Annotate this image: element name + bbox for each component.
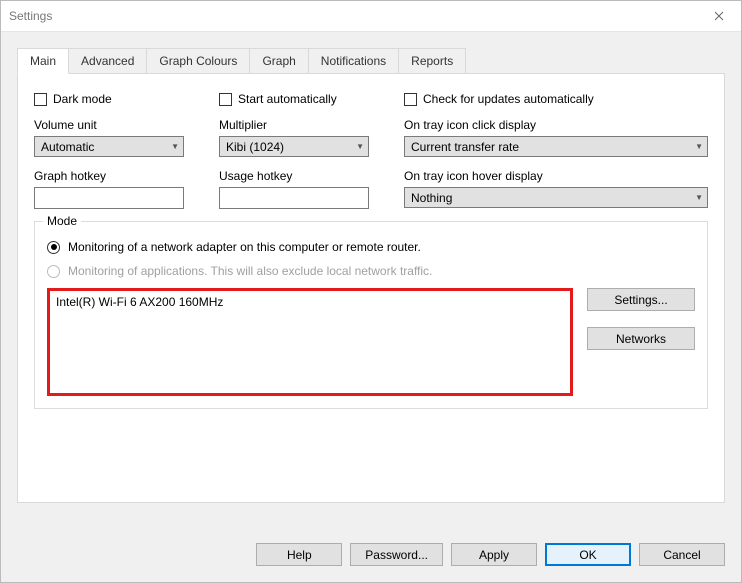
radio-adapter-label: Monitoring of a network adapter on this … xyxy=(68,240,421,254)
help-button[interactable]: Help xyxy=(256,543,342,566)
mode-settings-button[interactable]: Settings... xyxy=(587,288,695,311)
volume-unit-select[interactable]: Automatic ▼ xyxy=(34,136,184,157)
password-button[interactable]: Password... xyxy=(350,543,443,566)
graph-hotkey-input[interactable] xyxy=(34,187,184,209)
tabs: Main Advanced Graph Colours Graph Notifi… xyxy=(17,48,725,74)
tray-hover-label: On tray icon hover display xyxy=(404,169,708,183)
networks-button[interactable]: Networks xyxy=(587,327,695,350)
tab-area: Main Advanced Graph Colours Graph Notifi… xyxy=(17,48,725,543)
multiplier-select[interactable]: Kibi (1024) ▼ xyxy=(219,136,369,157)
checkbox-icon xyxy=(404,93,417,106)
checkbox-icon xyxy=(219,93,232,106)
multiplier-value: Kibi (1024) xyxy=(226,140,284,154)
usage-hotkey-label: Usage hotkey xyxy=(219,169,404,183)
close-button[interactable] xyxy=(696,1,741,31)
chevron-down-icon: ▼ xyxy=(171,142,179,151)
volume-unit-value: Automatic xyxy=(41,140,94,154)
volume-unit-label: Volume unit xyxy=(34,118,219,132)
cancel-button[interactable]: Cancel xyxy=(639,543,725,566)
radio-icon xyxy=(47,265,60,278)
titlebar: Settings xyxy=(1,1,741,32)
start-auto-label: Start automatically xyxy=(238,92,337,106)
bottom-bar: Help Password... Apply OK Cancel xyxy=(1,543,741,582)
tab-graph[interactable]: Graph xyxy=(249,48,308,74)
adapter-list[interactable]: Intel(R) Wi-Fi 6 AX200 160MHz xyxy=(47,288,573,396)
radio-apps[interactable]: Monitoring of applications. This will al… xyxy=(47,264,695,278)
tab-main[interactable]: Main xyxy=(17,48,69,74)
checkbox-icon xyxy=(34,93,47,106)
usage-hotkey-input[interactable] xyxy=(219,187,369,209)
apply-button[interactable]: Apply xyxy=(451,543,537,566)
chevron-down-icon: ▼ xyxy=(356,142,364,151)
tab-advanced[interactable]: Advanced xyxy=(68,48,147,74)
chevron-down-icon: ▼ xyxy=(695,193,703,202)
mode-fieldset: Mode Monitoring of a network adapter on … xyxy=(34,221,708,409)
start-auto-checkbox[interactable]: Start automatically xyxy=(219,92,404,106)
radio-icon xyxy=(47,241,60,254)
tray-click-label: On tray icon click display xyxy=(404,118,708,132)
close-icon xyxy=(714,11,724,21)
dark-mode-label: Dark mode xyxy=(53,92,112,106)
tab-notifications[interactable]: Notifications xyxy=(308,48,399,74)
window-title: Settings xyxy=(1,9,52,23)
check-updates-checkbox[interactable]: Check for updates automatically xyxy=(404,92,708,106)
tray-hover-select[interactable]: Nothing ▼ xyxy=(404,187,708,208)
check-updates-label: Check for updates automatically xyxy=(423,92,594,106)
radio-adapter[interactable]: Monitoring of a network adapter on this … xyxy=(47,240,695,254)
ok-button[interactable]: OK xyxy=(545,543,631,566)
graph-hotkey-label: Graph hotkey xyxy=(34,169,219,183)
radio-apps-label: Monitoring of applications. This will al… xyxy=(68,264,432,278)
tab-reports[interactable]: Reports xyxy=(398,48,466,74)
tray-hover-value: Nothing xyxy=(411,191,452,205)
chevron-down-icon: ▼ xyxy=(695,142,703,151)
adapter-item[interactable]: Intel(R) Wi-Fi 6 AX200 160MHz xyxy=(56,295,564,309)
multiplier-label: Multiplier xyxy=(219,118,404,132)
settings-window: Settings Main Advanced Graph Colours Gra… xyxy=(0,0,742,583)
dark-mode-checkbox[interactable]: Dark mode xyxy=(34,92,219,106)
mode-legend: Mode xyxy=(43,214,81,228)
tray-click-select[interactable]: Current transfer rate ▼ xyxy=(404,136,708,157)
tray-click-value: Current transfer rate xyxy=(411,140,519,154)
tab-graph-colours[interactable]: Graph Colours xyxy=(146,48,250,74)
main-panel: Dark mode Start automatically Check for … xyxy=(17,73,725,503)
